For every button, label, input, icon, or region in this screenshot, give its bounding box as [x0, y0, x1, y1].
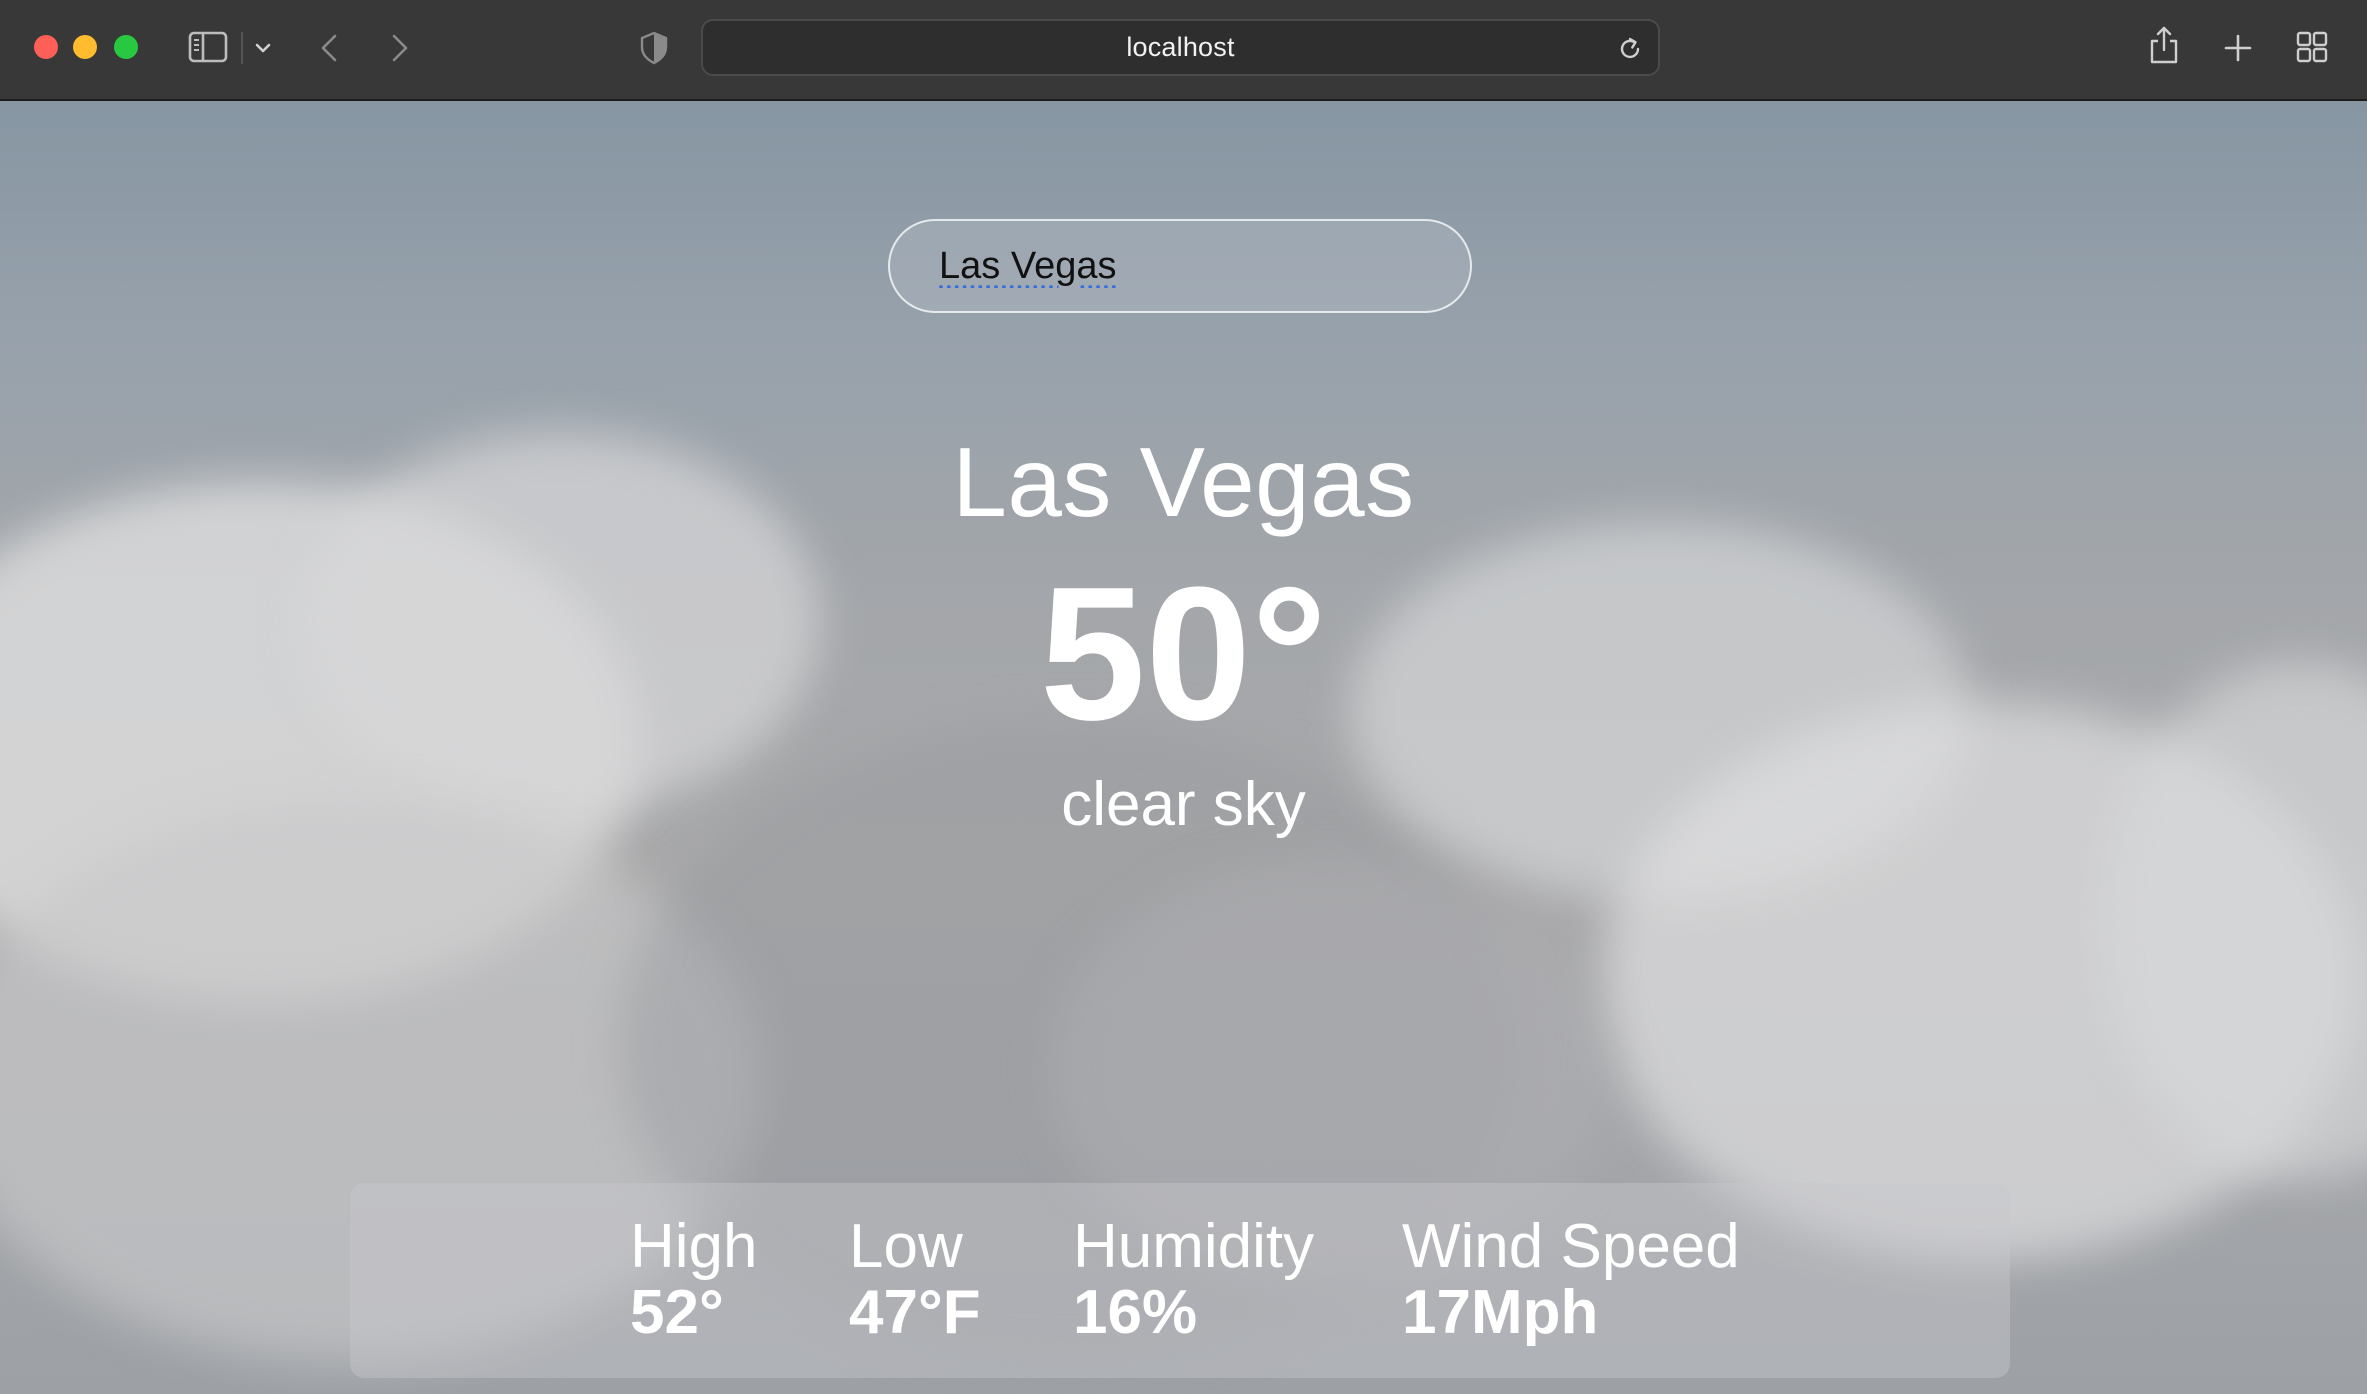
close-window-button[interactable]	[34, 35, 58, 59]
weather-page: Las Vegas 50° clear sky High 52° Low 47°…	[0, 101, 2367, 1394]
stat-humidity-label: Humidity	[1073, 1212, 1315, 1281]
chevron-down-icon[interactable]	[253, 38, 273, 58]
city-name: Las Vegas	[952, 427, 1415, 537]
weather-stats-panel: High 52° Low 47°F Humidity 16% Wind Spee…	[350, 1183, 2010, 1378]
stat-wind-speed: Wind Speed 17Mph	[1402, 1212, 1740, 1348]
url-text: localhost	[1126, 32, 1235, 62]
stat-wind-speed-value: 17Mph	[1402, 1278, 1599, 1348]
plus-icon[interactable]	[2222, 32, 2254, 64]
current-temperature: 50°	[1039, 548, 1328, 760]
weather-description: clear sky	[1061, 770, 1306, 839]
stat-low: Low 47°F	[849, 1212, 981, 1348]
stat-humidity-value: 16%	[1073, 1278, 1198, 1348]
browser-toolbar: localhost	[0, 0, 2367, 101]
chevron-left-icon[interactable]	[316, 30, 342, 66]
minimize-window-button[interactable]	[73, 35, 97, 59]
shield-icon[interactable]	[638, 30, 670, 66]
toolbar-divider	[241, 32, 243, 64]
city-search-input[interactable]	[939, 244, 1419, 288]
zoom-window-button[interactable]	[114, 35, 138, 59]
stat-low-label: Low	[849, 1212, 963, 1281]
stat-high: High 52°	[630, 1212, 758, 1348]
reload-icon[interactable]	[1616, 35, 1644, 63]
stat-high-value: 52°	[630, 1278, 724, 1348]
share-icon[interactable]	[2148, 24, 2180, 66]
stat-humidity: Humidity 16%	[1073, 1212, 1315, 1348]
city-search-box[interactable]	[888, 219, 1472, 313]
sidebar-icon[interactable]	[188, 30, 228, 64]
stat-wind-speed-label: Wind Speed	[1402, 1212, 1740, 1281]
chevron-right-icon[interactable]	[387, 30, 413, 66]
stat-low-value: 47°F	[849, 1278, 981, 1348]
stat-high-label: High	[630, 1212, 758, 1281]
grid-icon[interactable]	[2295, 30, 2329, 64]
address-bar[interactable]: localhost	[701, 19, 1660, 76]
